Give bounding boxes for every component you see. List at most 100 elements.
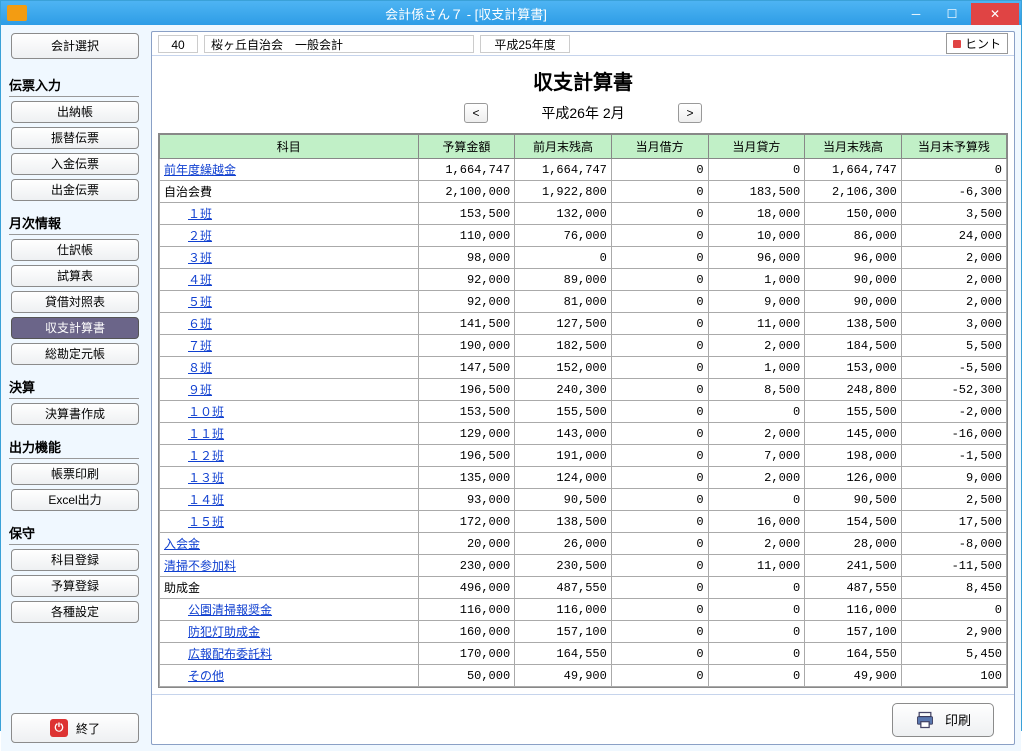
account-link[interactable]: ４班 <box>188 273 212 287</box>
row-label: その他 <box>160 665 419 687</box>
table-row: １３班135,000124,00002,000126,0009,000 <box>160 467 1007 489</box>
cell-value: 0 <box>611 159 708 181</box>
close-button[interactable]: ✕ <box>971 3 1019 25</box>
row-label: １２班 <box>160 445 419 467</box>
btn-transfer-slip[interactable]: 振替伝票 <box>11 127 139 149</box>
account-link[interactable]: １０班 <box>188 405 224 419</box>
cell-value: 24,000 <box>901 225 1006 247</box>
cell-value: 2,000 <box>708 335 805 357</box>
org-name: 桜ヶ丘自治会 一般会計 <box>204 35 474 53</box>
btn-general-ledger[interactable]: 総勘定元帳 <box>11 343 139 365</box>
btn-payment-slip[interactable]: 出金伝票 <box>11 179 139 201</box>
fiscal-year: 平成25年度 <box>480 35 570 53</box>
section-denpyo-title: 伝票入力 <box>9 75 139 97</box>
cell-value: 28,000 <box>805 533 902 555</box>
cell-value: 90,000 <box>805 291 902 313</box>
cell-value: 157,100 <box>805 621 902 643</box>
prev-month-button[interactable]: < <box>464 103 488 123</box>
btn-balance-sheet[interactable]: 貸借対照表 <box>11 291 139 313</box>
row-label: ８班 <box>160 357 419 379</box>
account-link[interactable]: 広報配布委託料 <box>188 647 272 661</box>
cell-value: 9,000 <box>708 291 805 313</box>
btn-register-account[interactable]: 科目登録 <box>11 549 139 571</box>
accounting-select-button[interactable]: 会計選択 <box>11 33 139 59</box>
cell-value: 116,000 <box>418 599 515 621</box>
account-link[interactable]: １１班 <box>188 427 224 441</box>
cell-value: 8,500 <box>708 379 805 401</box>
col-account: 科目 <box>160 135 419 159</box>
account-link[interactable]: ７班 <box>188 339 212 353</box>
btn-excel-export[interactable]: Excel出力 <box>11 489 139 511</box>
col-budget-remain: 当月末予算残 <box>901 135 1006 159</box>
account-link[interactable]: ５班 <box>188 295 212 309</box>
hint-button[interactable]: ヒント <box>946 33 1008 54</box>
cell-value: 198,000 <box>805 445 902 467</box>
section-kessan-title: 決算 <box>9 377 139 399</box>
btn-create-statement[interactable]: 決算書作成 <box>11 403 139 425</box>
cell-value: 0 <box>611 467 708 489</box>
table-row: 助成金496,000487,55000487,5508,450 <box>160 577 1007 599</box>
cell-value: 164,550 <box>515 643 612 665</box>
account-link[interactable]: １５班 <box>188 515 224 529</box>
btn-register-budget[interactable]: 予算登録 <box>11 575 139 597</box>
cell-value: 1,664,747 <box>515 159 612 181</box>
cell-value: 157,100 <box>515 621 612 643</box>
col-debit: 当月借方 <box>611 135 708 159</box>
cell-value: 76,000 <box>515 225 612 247</box>
account-link[interactable]: １班 <box>188 207 212 221</box>
account-link[interactable]: ９班 <box>188 383 212 397</box>
next-month-button[interactable]: > <box>678 103 702 123</box>
col-balance: 当月末残高 <box>805 135 902 159</box>
cell-value: 1,664,747 <box>418 159 515 181</box>
row-label: 清掃不参加料 <box>160 555 419 577</box>
power-icon: ⏻ <box>50 719 68 737</box>
row-label: 防犯灯助成金 <box>160 621 419 643</box>
cell-value: 0 <box>515 247 612 269</box>
account-link[interactable]: 防犯灯助成金 <box>188 625 260 639</box>
account-link[interactable]: ２班 <box>188 229 212 243</box>
row-label: １０班 <box>160 401 419 423</box>
cell-value: 0 <box>611 555 708 577</box>
cell-value: 90,000 <box>805 269 902 291</box>
account-link[interactable]: 清掃不参加料 <box>164 559 236 573</box>
table-row: １１班129,000143,00002,000145,000-16,000 <box>160 423 1007 445</box>
maximize-button[interactable]: ☐ <box>935 3 969 25</box>
account-link[interactable]: その他 <box>188 669 224 683</box>
topbar: 40 桜ヶ丘自治会 一般会計 平成25年度 ヒント <box>152 32 1014 56</box>
row-label: ４班 <box>160 269 419 291</box>
cell-value: 196,500 <box>418 379 515 401</box>
cell-value: 190,000 <box>418 335 515 357</box>
btn-cashbook[interactable]: 出納帳 <box>11 101 139 123</box>
cell-value: 191,000 <box>515 445 612 467</box>
print-button[interactable]: 印刷 <box>892 703 994 737</box>
account-link[interactable]: 公園清掃報奨金 <box>188 603 272 617</box>
account-link[interactable]: 入会金 <box>164 537 200 551</box>
account-link[interactable]: １２班 <box>188 449 224 463</box>
row-label: ２班 <box>160 225 419 247</box>
hint-label: ヒント <box>965 35 1001 52</box>
table-scroll[interactable]: 科目 予算金額 前月末残高 当月借方 当月貸方 当月末残高 当月末予算残 前年度… <box>158 133 1008 688</box>
table-row: ９班196,500240,30008,500248,800-52,300 <box>160 379 1007 401</box>
btn-trial-balance[interactable]: 試算表 <box>11 265 139 287</box>
btn-income-statement[interactable]: 収支計算書 <box>11 317 139 339</box>
cell-value: -8,000 <box>901 533 1006 555</box>
account-link[interactable]: １３班 <box>188 471 224 485</box>
cell-value: 135,000 <box>418 467 515 489</box>
account-link[interactable]: ８班 <box>188 361 212 375</box>
cell-value: 0 <box>708 621 805 643</box>
account-link[interactable]: １４班 <box>188 493 224 507</box>
cell-value: 8,450 <box>901 577 1006 599</box>
btn-settings[interactable]: 各種設定 <box>11 601 139 623</box>
btn-print-report[interactable]: 帳票印刷 <box>11 463 139 485</box>
table-row: その他50,00049,9000049,900100 <box>160 665 1007 687</box>
quit-button[interactable]: ⏻ 終了 <box>11 713 139 743</box>
minimize-button[interactable]: ─ <box>899 3 933 25</box>
btn-journal[interactable]: 仕訳帳 <box>11 239 139 261</box>
btn-receipt-slip[interactable]: 入金伝票 <box>11 153 139 175</box>
account-link[interactable]: ３班 <box>188 251 212 265</box>
account-link[interactable]: 前年度繰越金 <box>164 163 236 177</box>
cell-value: 96,000 <box>805 247 902 269</box>
table-row: ４班92,00089,00001,00090,0002,000 <box>160 269 1007 291</box>
row-label: 広報配布委託料 <box>160 643 419 665</box>
account-link[interactable]: ６班 <box>188 317 212 331</box>
